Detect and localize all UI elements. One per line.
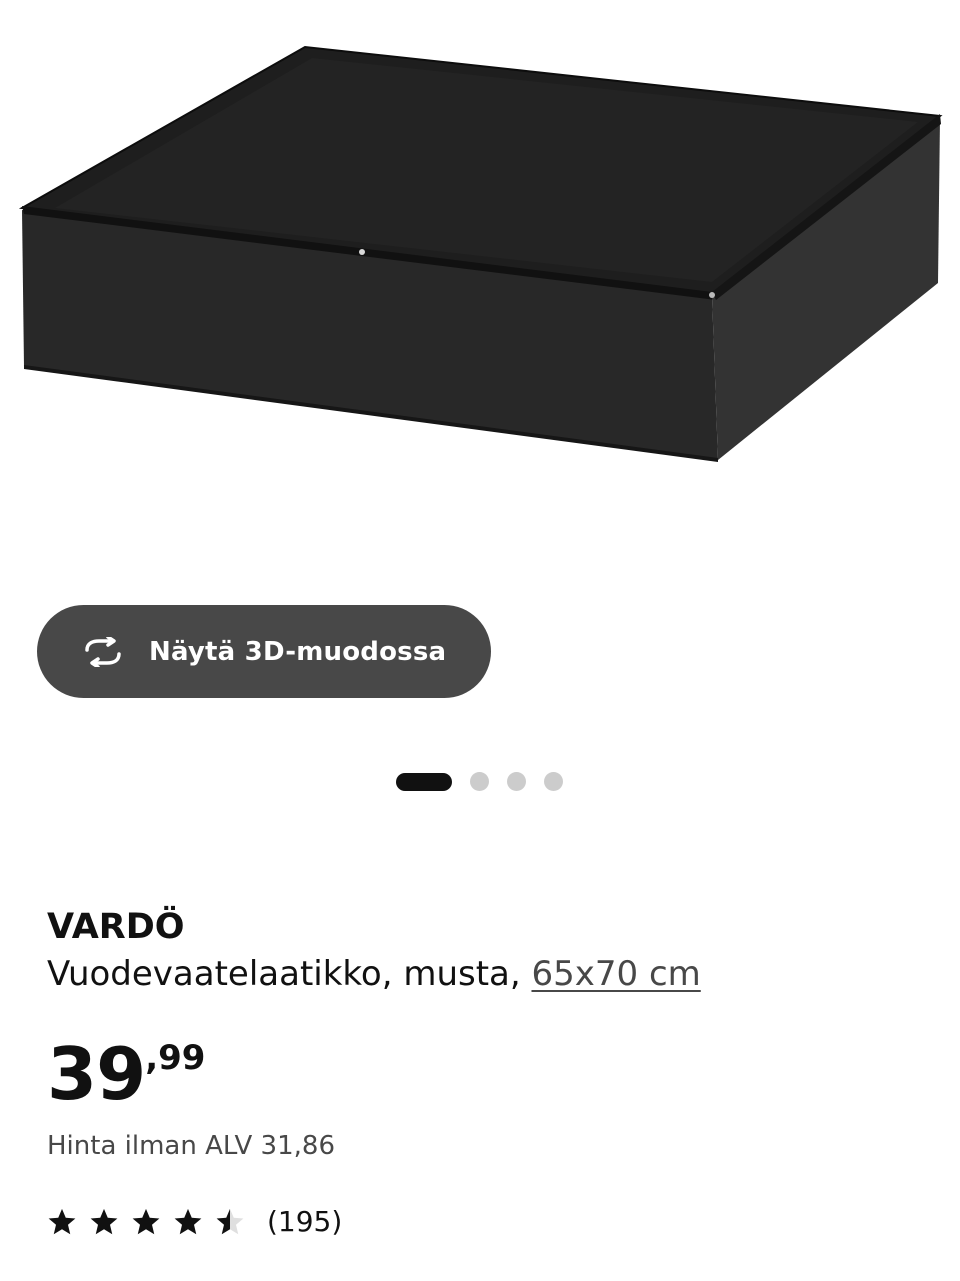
rating-stars [47,1207,257,1237]
review-count: (195) [267,1205,343,1238]
product-size-link[interactable]: 65x70 cm [531,954,700,994]
star-full-icon [48,1208,76,1234]
price-decimal: ,99 [145,1038,206,1078]
view-3d-label: Näytä 3D-muodossa [149,636,447,667]
carousel-dot[interactable] [470,772,489,791]
price-ex-vat: Hinta ilman ALV 31,86 [47,1131,335,1161]
carousel-dot-active[interactable] [396,772,452,791]
view-3d-button[interactable]: Näytä 3D-muodossa [37,605,491,698]
product-name: VARDÖ [47,907,185,947]
product-description: Vuodevaatelaatikko, musta, 65x70 cm [47,954,701,994]
product-description-text: Vuodevaatelaatikko, musta, [47,954,532,994]
product-price: 39 ,99 [47,1034,205,1114]
carousel-dot[interactable] [544,772,563,791]
star-full-icon [174,1208,202,1234]
star-full-icon [132,1208,160,1234]
price-integer: 39 [47,1032,146,1116]
carousel-dot[interactable] [507,772,526,791]
rotate-3d-icon [79,634,127,669]
rating-summary[interactable]: (195) [47,1205,342,1238]
star-full-icon [90,1208,118,1234]
star-half-icon [216,1208,244,1234]
product-image[interactable] [0,0,960,600]
carousel-indicator [396,772,581,791]
